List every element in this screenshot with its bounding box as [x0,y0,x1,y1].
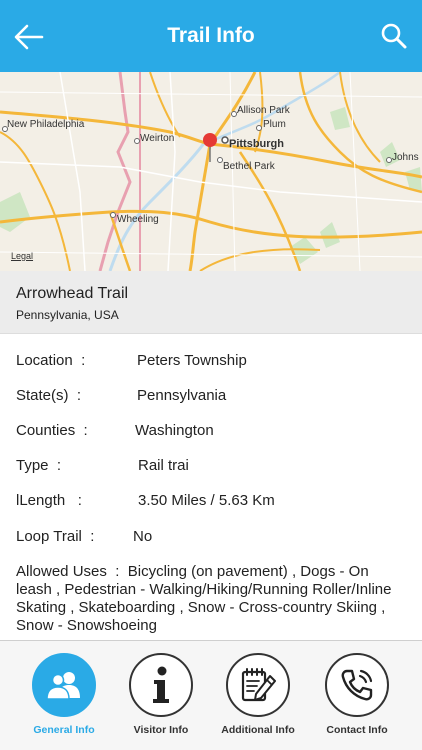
counties-value: Washington [135,422,214,439]
location-label: Location : [16,352,86,369]
map-label: New Philadelphia [7,119,85,130]
states-value: Pennsylvania [137,387,227,404]
tab-label: Visitor Info [133,724,189,736]
notepad-pencil-icon [241,668,276,702]
tab-additional-info[interactable]: Additional Info [213,653,303,749]
type-label: Type : [16,457,62,474]
info-icon [153,666,169,703]
states-label: State(s) : [16,387,82,404]
type-value: Rail trai [138,457,189,474]
map-label: Wheeling [117,214,159,225]
tab-label: Additional Info [221,724,295,736]
app-header: Trail Info [0,0,422,72]
map-label: Weirton [140,133,175,144]
allowed-uses: Allowed Uses : Bicycling (on pavement) ,… [16,563,392,634]
trail-map[interactable]: New Philadelphia Weirton Pittsburgh Alli… [0,72,422,271]
length-label: lLength : [16,492,82,509]
tab-label: General Info [33,724,95,736]
trail-name: Arrowhead Trail [16,285,129,302]
page-title: Trail Info [167,24,255,47]
map-roads [0,72,422,271]
map-label: Plum [263,119,286,130]
map-label: Allison Park [237,105,290,116]
map-pin-icon[interactable] [201,132,219,162]
bottom-tab-bar: General Info Visitor Info Additional Inf… [0,640,422,750]
trail-header: Arrowhead Trail Pennsylvania, USA [0,271,422,334]
map-legal-link[interactable]: Legal [11,251,33,261]
loop-trail-value: No [133,528,153,545]
tab-general-info[interactable]: General Info [19,653,109,749]
phone-icon [341,669,373,701]
tab-label: Contact Info [326,724,388,736]
search-button[interactable] [380,22,408,50]
search-icon [381,23,407,49]
trail-region: Pennsylvania, USA [16,308,119,322]
location-value: Peters Township [137,352,247,369]
map-label: Bethel Park [223,161,275,172]
map-label: Pittsburgh [229,138,284,150]
length-value: 3.50 Miles / 5.63 Km [138,492,275,509]
counties-label: Counties : [16,422,88,439]
tab-contact-info[interactable]: Contact Info [312,653,402,749]
loop-trail-label: Loop Trail : [16,528,95,545]
map-label: Johns [392,152,419,163]
users-icon [46,672,80,700]
tab-visitor-info[interactable]: Visitor Info [116,653,206,749]
